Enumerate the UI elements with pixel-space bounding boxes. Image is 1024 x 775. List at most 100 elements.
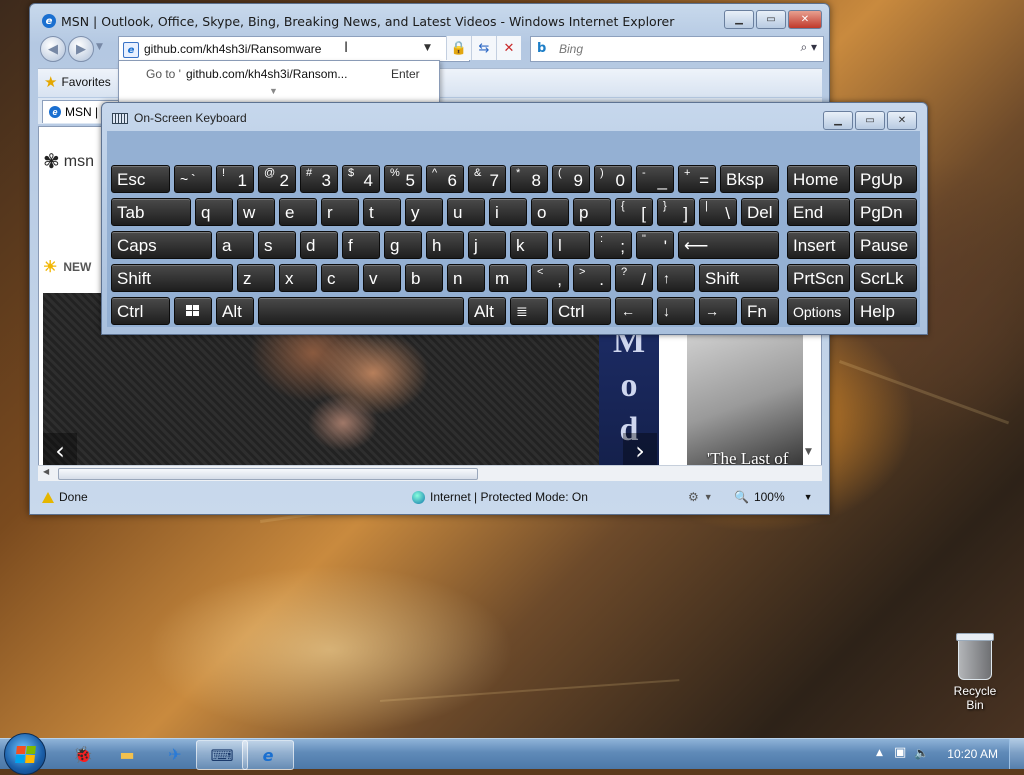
key-k[interactable]: k xyxy=(510,231,548,259)
favorites-button[interactable]: ★ Favorites xyxy=(44,73,111,91)
key-comma[interactable]: <, xyxy=(531,264,569,292)
key-esc[interactable]: Esc xyxy=(111,165,170,193)
key-j[interactable]: j xyxy=(468,231,506,259)
key-space[interactable] xyxy=(258,297,464,325)
key-options[interactable]: Options xyxy=(787,297,850,325)
key-b[interactable]: b xyxy=(405,264,443,292)
key-scrlk[interactable]: ScrLk xyxy=(854,264,917,292)
key-home[interactable]: Home xyxy=(787,165,850,193)
recycle-bin-shortcut[interactable]: Recycle Bin xyxy=(944,633,1006,712)
key-right-bracket[interactable]: }] xyxy=(657,198,695,226)
key-1[interactable]: ! 1 xyxy=(216,165,254,193)
key-delete[interactable]: Del xyxy=(741,198,779,226)
address-dropdown-icon[interactable]: ▼ xyxy=(424,43,431,53)
key-backspace[interactable]: Bksp xyxy=(720,165,779,193)
autocomplete-suggestion[interactable]: github.com/kh4sh3i/Ransom... xyxy=(186,67,347,81)
start-button[interactable] xyxy=(4,733,46,775)
forward-button[interactable]: ▶ xyxy=(68,36,94,62)
key-x[interactable]: x xyxy=(279,264,317,292)
key-u[interactable]: u xyxy=(447,198,485,226)
key-quote[interactable]: " ' xyxy=(636,231,674,259)
key-m[interactable]: m xyxy=(489,264,527,292)
key-5[interactable]: % 5 xyxy=(384,165,422,193)
key-9[interactable]: (9 xyxy=(552,165,590,193)
key-pgup[interactable]: PgUp xyxy=(854,165,917,193)
key-right-shift[interactable]: Shift xyxy=(699,264,779,292)
key-enter[interactable]: ⟵ xyxy=(678,231,779,259)
back-button[interactable]: ◀ xyxy=(40,36,66,62)
key-l[interactable]: l xyxy=(552,231,590,259)
key-pgdn[interactable]: PgDn xyxy=(854,198,917,226)
key-left-alt[interactable]: Alt xyxy=(216,297,254,325)
key-t[interactable]: t xyxy=(363,198,401,226)
carousel-next-button[interactable]: › xyxy=(623,433,657,469)
key-equal[interactable]: + = xyxy=(678,165,716,193)
key-c[interactable]: c xyxy=(321,264,359,292)
protection-button[interactable]: ⚙ ▼ xyxy=(688,490,713,504)
key-8[interactable]: * 8 xyxy=(510,165,548,193)
key-f[interactable]: f xyxy=(342,231,380,259)
msn-logo[interactable]: ✾ msn xyxy=(43,149,94,174)
key-menu[interactable]: ≣ xyxy=(510,297,548,325)
explorer-folder-icon[interactable]: ▬ xyxy=(102,740,152,768)
key-right-arrow[interactable]: → xyxy=(699,297,737,325)
key-left-shift[interactable]: Shift xyxy=(111,264,233,292)
lock-icon[interactable]: 🔒 xyxy=(446,36,471,60)
scroll-left-icon[interactable]: ◀ xyxy=(43,467,49,476)
key-0[interactable]: ) 0 xyxy=(594,165,632,193)
key-caps[interactable]: Caps xyxy=(111,231,212,259)
key-q[interactable]: q xyxy=(195,198,233,226)
key-fn[interactable]: Fn xyxy=(741,297,779,325)
key-down-arrow[interactable]: ↓ xyxy=(657,297,695,325)
minimize-button[interactable]: ▁ xyxy=(724,10,754,29)
key-s[interactable]: s xyxy=(258,231,296,259)
search-icon[interactable]: ⌕ ▾ xyxy=(800,40,817,55)
key-pause[interactable]: Pause xyxy=(854,231,917,259)
key-z[interactable]: z xyxy=(237,264,275,292)
scrollbar-thumb[interactable] xyxy=(58,468,478,480)
volume-muted-icon[interactable]: 🔈 xyxy=(914,746,929,760)
key-e[interactable]: e xyxy=(279,198,317,226)
key-slash[interactable]: ? / xyxy=(615,264,653,292)
key-n[interactable]: n xyxy=(447,264,485,292)
close-button[interactable]: ✕ xyxy=(788,10,822,29)
show-desktop-button[interactable] xyxy=(1009,739,1024,769)
key-prtscn[interactable]: PrtScn xyxy=(787,264,850,292)
carousel-prev-button[interactable]: ‹ xyxy=(43,433,77,469)
taskbar-app-icon[interactable]: ✈ xyxy=(150,740,200,768)
internet-explorer-taskbar-button[interactable]: e xyxy=(242,740,294,770)
key-a[interactable]: a xyxy=(216,231,254,259)
taskbar-app-icon[interactable]: 🐞 xyxy=(58,740,108,768)
zoom-dropdown-icon[interactable]: ▼ xyxy=(804,492,813,502)
key-g[interactable]: g xyxy=(384,231,422,259)
maximize-button[interactable]: ▭ xyxy=(855,111,885,130)
key-semicolon[interactable]: :; xyxy=(594,231,632,259)
key-period[interactable]: >. xyxy=(573,264,611,292)
on-screen-keyboard-taskbar-button[interactable]: ⌨ xyxy=(196,740,248,770)
key-grave[interactable]: ~ ` xyxy=(174,165,212,193)
key-d[interactable]: d xyxy=(300,231,338,259)
recent-pages-dropdown-icon[interactable]: ▼ xyxy=(96,42,103,52)
zoom-control[interactable]: 🔍 100% ▼ xyxy=(734,490,813,504)
refresh-icon[interactable]: ⇆ xyxy=(471,36,496,60)
maximize-button[interactable]: ▭ xyxy=(756,10,786,29)
minimize-button[interactable]: ▁ xyxy=(823,111,853,130)
search-input[interactable]: Bing xyxy=(559,42,583,56)
chevron-down-icon[interactable]: ▼ xyxy=(269,86,278,96)
key-left-bracket[interactable]: {[ xyxy=(615,198,653,226)
key-backslash[interactable]: | \ xyxy=(699,198,737,226)
security-zone[interactable]: Internet | Protected Mode: On xyxy=(412,490,588,504)
network-icon[interactable]: ▣ xyxy=(894,745,906,760)
address-input[interactable]: github.com/kh4sh3i/Ransomware xyxy=(144,42,321,56)
key-6[interactable]: ^ 6 xyxy=(426,165,464,193)
key-insert[interactable]: Insert xyxy=(787,231,850,259)
address-bar[interactable]: e github.com/kh4sh3i/Ransomware I ▼ xyxy=(118,36,470,62)
search-box[interactable]: b Bing ⌕ ▾ xyxy=(530,36,824,62)
key-4[interactable]: $4 xyxy=(342,165,380,193)
key-h[interactable]: h xyxy=(426,231,464,259)
key-minus[interactable]: - _ xyxy=(636,165,674,193)
key-o[interactable]: o xyxy=(531,198,569,226)
key-windows[interactable] xyxy=(174,297,212,325)
horizontal-scrollbar[interactable]: ◀ xyxy=(38,465,822,481)
key-2[interactable]: @2 xyxy=(258,165,296,193)
